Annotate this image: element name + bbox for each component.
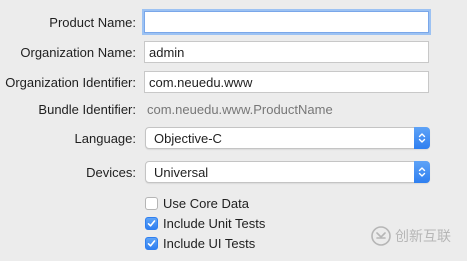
bundle-identifier-value: com.neuedu.www.ProductName [147,102,333,117]
checkmark-icon [147,219,156,227]
bundle-identifier-label: Bundle Identifier: [38,102,136,117]
include-ui-tests-checkbox[interactable] [145,236,158,250]
watermark-text: 创新互联 [395,228,451,244]
language-selected-value: Objective-C [154,131,222,146]
devices-selected-value: Universal [154,165,209,180]
product-name-field[interactable] [144,11,429,33]
organization-identifier-field[interactable] [144,71,429,93]
language-popup[interactable]: Objective-C [145,127,430,149]
watermark-logo-icon [371,226,391,246]
include-ui-tests-label: Include UI Tests [163,235,256,251]
include-unit-tests-checkbox-row[interactable]: Include Unit Tests [145,215,265,231]
organization-identifier-label: Organization Identifier: [5,75,136,90]
include-unit-tests-label: Include Unit Tests [163,215,266,231]
checkmark-icon [147,239,156,247]
use-core-data-checkbox-row[interactable]: Use Core Data [145,195,249,211]
language-label: Language: [74,131,136,146]
up-down-chevron-icon [414,127,430,149]
include-unit-tests-checkbox[interactable] [145,216,158,230]
organization-name-label: Organization Name: [20,45,136,60]
product-name-label: Product Name: [49,15,136,30]
devices-label: Devices: [86,165,136,180]
organization-name-field[interactable] [144,41,429,63]
watermark: 创新互联 [371,226,451,246]
use-core-data-label: Use Core Data [163,195,249,211]
devices-popup[interactable]: Universal [145,161,430,183]
use-core-data-checkbox[interactable] [145,196,158,210]
up-down-chevron-icon [414,161,430,183]
include-ui-tests-checkbox-row[interactable]: Include UI Tests [145,235,255,251]
